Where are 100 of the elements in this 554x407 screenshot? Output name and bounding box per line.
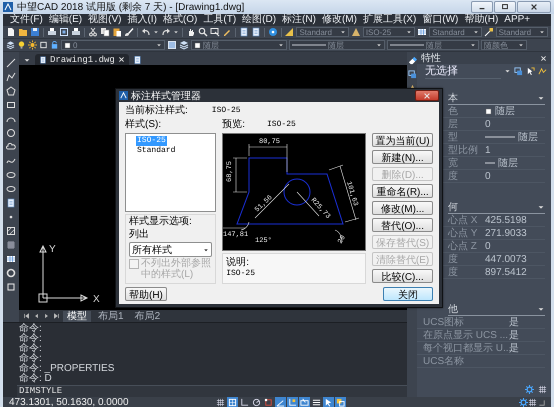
magnifier-icon[interactable] (198, 27, 208, 37)
arrow-right-icon[interactable] (43, 312, 50, 320)
style-item[interactable]: Standard (136, 146, 176, 156)
printer-icon[interactable] (70, 27, 81, 37)
document-icon[interactable] (132, 55, 142, 65)
layer-states-icon[interactable] (167, 40, 177, 50)
save-icon[interactable] (30, 27, 40, 37)
menu-item[interactable]: 插入(I) (124, 14, 160, 26)
copy-icon[interactable] (100, 27, 110, 37)
polar-toggle[interactable] (251, 397, 262, 407)
menu-item[interactable]: 工具(T) (200, 14, 240, 26)
layers-icon[interactable] (179, 40, 189, 50)
square-icon[interactable] (6, 282, 16, 292)
circle-icon[interactable] (6, 128, 16, 138)
gear-icon[interactable] (519, 398, 528, 407)
grid-icon[interactable] (528, 398, 537, 407)
leader-icon[interactable] (484, 27, 494, 37)
scissors-icon[interactable] (88, 27, 98, 37)
grid-icon[interactable] (538, 385, 547, 394)
document-tab[interactable]: Drawing1.dwg (35, 54, 129, 65)
select-all-icon[interactable] (526, 66, 535, 76)
menu-item[interactable]: 扩展工具(X) (360, 14, 420, 26)
layout-tab[interactable]: 模型 (63, 310, 91, 322)
last-icon[interactable] (53, 312, 60, 320)
table-icon[interactable] (417, 27, 428, 37)
printer-icon[interactable] (46, 27, 57, 37)
dyn-toggle[interactable] (299, 397, 310, 407)
document-icon[interactable] (250, 27, 261, 37)
section-header[interactable]: 何 (448, 201, 545, 214)
menu-item[interactable]: 格式(O) (160, 14, 200, 26)
layout-tab[interactable]: 布局2 (130, 310, 164, 322)
line-icon[interactable] (6, 58, 16, 68)
dialog-button[interactable]: 修改(M)... (372, 201, 433, 215)
frame-icon[interactable] (58, 27, 69, 37)
list-dropdown[interactable]: 所有样式 (129, 242, 212, 257)
menu-item[interactable]: 视图(V) (85, 14, 124, 26)
document-icon[interactable] (6, 198, 16, 208)
grid-icon[interactable] (6, 240, 16, 250)
lock-icon[interactable] (50, 40, 59, 50)
menu-item[interactable]: 窗口(W) (419, 14, 462, 26)
quick-select-icon[interactable] (538, 66, 547, 76)
close-dialog-button[interactable]: 关闭 (383, 286, 433, 300)
osnap-toggle[interactable] (263, 397, 274, 407)
first-icon[interactable] (23, 312, 30, 320)
layers-icon[interactable] (6, 40, 15, 50)
snap-toggle[interactable] (227, 397, 238, 407)
brush-icon[interactable] (124, 27, 134, 37)
close-icon[interactable] (118, 56, 125, 63)
ducs-toggle[interactable] (287, 397, 298, 407)
menu-item[interactable]: 文件(F) (7, 14, 46, 26)
ortho-toggle[interactable] (239, 397, 250, 407)
window-icon[interactable] (210, 27, 220, 37)
close-icon[interactable] (540, 54, 547, 62)
close-button[interactable] (415, 90, 439, 101)
menu-item[interactable]: 标注(N) (279, 14, 319, 26)
dialog-button[interactable]: 置为当前(U) (372, 133, 433, 147)
hatch-icon[interactable] (6, 226, 16, 236)
gear-icon[interactable] (525, 385, 534, 394)
menu-item[interactable]: 编辑(E) (46, 14, 86, 26)
redo-icon[interactable] (160, 27, 171, 37)
layout-tab[interactable]: 布局1 (94, 310, 128, 322)
polyline-icon[interactable] (6, 72, 16, 82)
help-icon[interactable] (268, 27, 278, 37)
spline-icon[interactable] (6, 156, 16, 166)
sun-icon[interactable] (28, 40, 37, 50)
polygon-icon[interactable] (6, 86, 16, 96)
cloud-icon[interactable] (6, 142, 16, 152)
menu-item[interactable]: APP+ (501, 14, 534, 26)
menu-item[interactable]: 绘图(D) (239, 14, 280, 26)
dialog-button[interactable]: 替代(O)... (372, 218, 433, 232)
document-icon[interactable] (238, 27, 249, 37)
table-icon[interactable] (6, 254, 16, 264)
arrow-left-icon[interactable] (33, 312, 40, 320)
bulb-icon[interactable] (17, 40, 26, 50)
section-header[interactable]: 他 (448, 303, 545, 316)
ring-icon[interactable] (6, 268, 16, 278)
qp-toggle[interactable] (323, 397, 334, 407)
maximize-button[interactable] (494, 1, 516, 13)
eraser-icon[interactable] (408, 56, 416, 65)
triangle-icon[interactable] (350, 27, 361, 37)
section-header[interactable]: 本 (448, 92, 545, 105)
clipboard-icon[interactable] (112, 27, 122, 37)
square-icon[interactable] (39, 40, 48, 50)
dialog-button[interactable]: 重命名(R)... (372, 184, 433, 198)
help-button[interactable]: 帮助(H) (125, 286, 167, 300)
dialog-button[interactable]: 新建(N)... (372, 150, 433, 164)
copy-window-icon[interactable] (408, 70, 416, 79)
selection-dropdown[interactable]: 无选择 (425, 63, 501, 79)
undo-icon[interactable] (140, 27, 151, 37)
grid-toggle[interactable] (215, 397, 226, 407)
rectangle-icon[interactable] (6, 100, 16, 110)
close-button[interactable] (517, 1, 551, 13)
menu-item[interactable]: 修改(M) (318, 14, 360, 26)
otrack-toggle[interactable] (275, 397, 286, 407)
lwt-toggle[interactable] (311, 397, 322, 407)
command-input[interactable]: DIMSTYLE (17, 385, 407, 397)
sc-toggle[interactable] (335, 397, 346, 407)
menu-item[interactable]: 帮助(H) (461, 14, 502, 26)
dialog-button[interactable]: 比较(C)... (372, 269, 433, 283)
copy-window-icon[interactable] (514, 66, 523, 76)
